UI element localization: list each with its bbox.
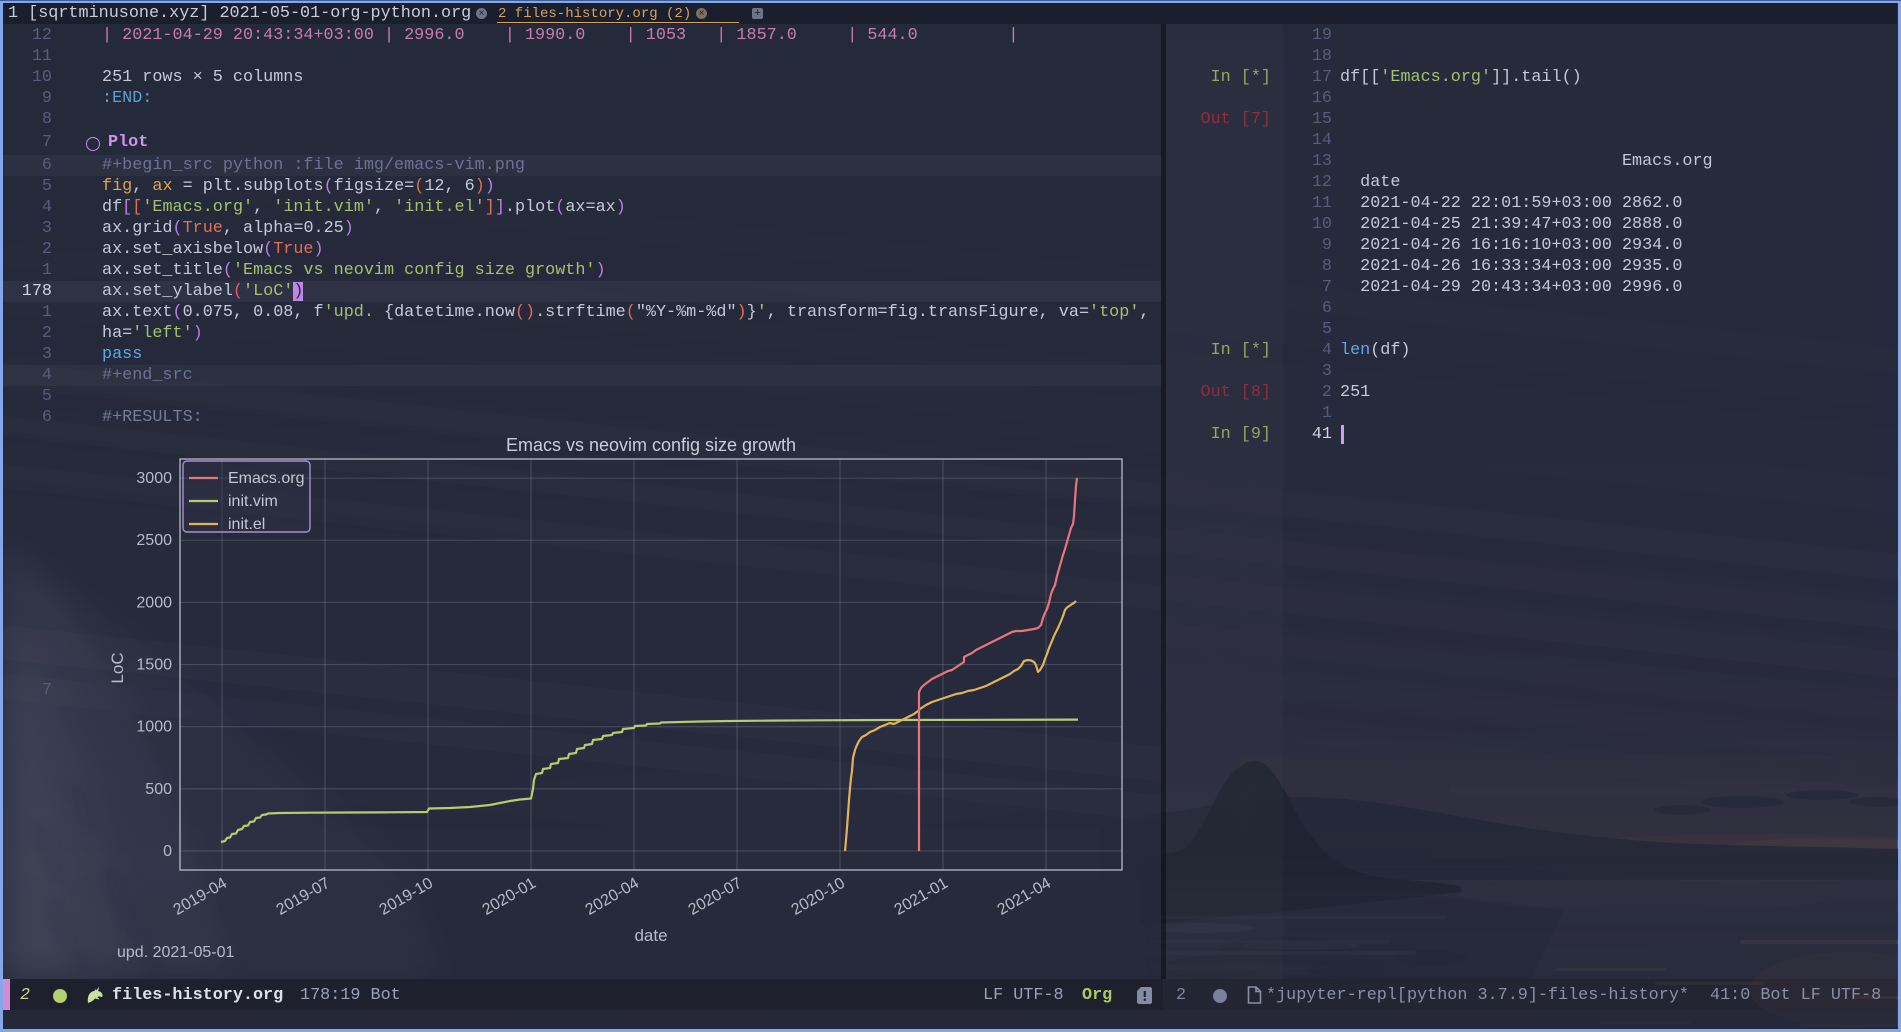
svg-text:Emacs.org: Emacs.org (228, 470, 304, 487)
svg-text:2500: 2500 (136, 532, 172, 549)
svg-text:2021-04: 2021-04 (995, 875, 1054, 919)
svg-text:2020-10: 2020-10 (789, 875, 848, 919)
svg-text:init.el: init.el (228, 516, 265, 533)
svg-text:2019-10: 2019-10 (377, 875, 436, 919)
svg-text:LoC: LoC (108, 652, 127, 683)
svg-text:2021-01: 2021-01 (892, 875, 951, 919)
svg-text:date: date (634, 926, 667, 945)
svg-text:2020-04: 2020-04 (583, 875, 642, 919)
svg-text:Emacs vs neovim config size gr: Emacs vs neovim config size growth (506, 435, 796, 455)
svg-text:500: 500 (145, 781, 172, 798)
svg-text:upd. 2021-05-01: upd. 2021-05-01 (117, 944, 235, 961)
svg-text:1500: 1500 (136, 657, 172, 674)
svg-text:2019-07: 2019-07 (274, 875, 333, 919)
svg-text:1000: 1000 (136, 719, 172, 736)
svg-text:0: 0 (163, 843, 172, 860)
svg-text:init.vim: init.vim (228, 493, 278, 510)
svg-text:2020-01: 2020-01 (480, 875, 539, 919)
svg-text:2020-07: 2020-07 (686, 875, 745, 919)
svg-text:3000: 3000 (136, 470, 172, 487)
svg-text:2019-04: 2019-04 (171, 875, 230, 919)
svg-text:2000: 2000 (136, 594, 172, 611)
